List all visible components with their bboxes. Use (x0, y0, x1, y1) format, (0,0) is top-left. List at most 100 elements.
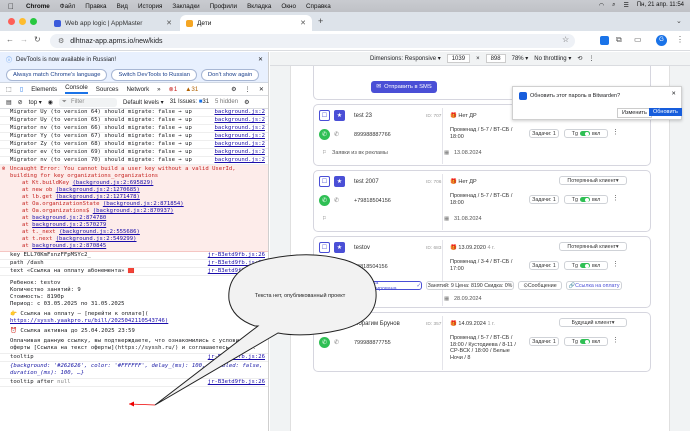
more-icon[interactable]: ⋮ (612, 337, 619, 345)
new-tab-icon[interactable]: + (318, 16, 323, 26)
source-link[interactable]: jr-B3etd9fb.js:26 (208, 268, 265, 275)
star-icon[interactable]: ★ (334, 110, 345, 121)
stack-link[interactable]: (background.js:2:555686) (59, 229, 140, 235)
tooltip-object[interactable]: {background: '#262626', color: '#FFFFFF'… (0, 362, 268, 379)
toggle-switch[interactable] (579, 197, 590, 202)
reload-icon[interactable]: ↻ (34, 35, 41, 44)
client-card[interactable]: ☐ ★ testov ID: 683 🎁 13.09.2020 4 г. Потерянн… (313, 236, 651, 308)
tab-console[interactable]: Console (65, 84, 88, 94)
telegram-toggle[interactable]: Tg вкл (564, 129, 608, 138)
pay-url[interactable]: https://syssh.yaakpro.ru/bill/2025042110… (10, 318, 265, 325)
clear-console-icon[interactable]: ⊘ (18, 99, 23, 106)
whatsapp-icon[interactable]: ✆ (319, 261, 330, 272)
switch-devtools-button[interactable]: Switch DevTools to Russian (111, 68, 197, 81)
source-link[interactable]: background.js:2 (210, 149, 265, 156)
extensions-puzzle-icon[interactable]: ⧉ (616, 35, 622, 45)
tab-search-icon[interactable]: ⌄ (676, 17, 682, 25)
eye-icon[interactable]: ◉ (48, 99, 53, 106)
issues-label[interactable]: 31 Issues: ■31 (170, 99, 209, 105)
client-card[interactable]: ☐ ★ test 2007 ID: 706 🎁 Нет ДР Потерянный кли… (313, 170, 651, 232)
menu-file[interactable]: Файл (60, 3, 75, 10)
whatsapp-icon[interactable]: ✆ (319, 195, 330, 206)
warning-count-badge[interactable]: ▲31 (185, 86, 198, 93)
client-phone[interactable]: 799988877755 (354, 340, 391, 347)
client-phone[interactable]: +79818504156 (354, 198, 391, 205)
source-link[interactable]: background.js:2 (210, 125, 265, 132)
dont-show-button[interactable]: Don't show again (201, 68, 260, 81)
status-select[interactable]: Потерянный клиент ▾ (559, 242, 627, 251)
site-info-icon[interactable]: ⚙ (58, 37, 64, 45)
address-bar[interactable]: ⚙ dlhtnaz-app.apms.io/new/kids (50, 34, 575, 48)
extension-icon[interactable] (600, 36, 609, 45)
maximize-window-icon[interactable] (30, 18, 37, 25)
select-checkbox[interactable]: ☐ (319, 110, 330, 121)
menu-app[interactable]: Chrome (26, 3, 50, 10)
bookmark-star-icon[interactable]: ☆ (562, 35, 569, 44)
send-sms-button[interactable]: ✉ Отправить в SMS (371, 81, 437, 93)
client-phone[interactable]: 899988887766 (354, 132, 391, 139)
apple-icon[interactable]:  (8, 2, 14, 11)
toggle-switch[interactable] (579, 263, 590, 268)
rotate-icon[interactable]: ⟲ (577, 55, 582, 62)
zoom-select[interactable]: 78% ▾ (512, 55, 529, 62)
source-link[interactable]: background.js:2 (210, 141, 265, 148)
sidebar-toggle-icon[interactable]: ▤ (6, 99, 12, 106)
client-name[interactable]: testov (354, 245, 370, 252)
width-input[interactable]: 1039 (446, 54, 471, 63)
client-name[interactable]: test 23 (354, 113, 372, 120)
device-menu-icon[interactable]: ⋮ (588, 55, 594, 62)
source-link[interactable]: jr-B3etd9fb.js:26 (208, 260, 265, 267)
stack-link[interactable]: (background.js:2:1270685) (56, 187, 140, 193)
height-input[interactable]: 898 (485, 54, 506, 63)
tasks-button[interactable]: Задачи: 1 (529, 129, 559, 138)
tab-elements[interactable]: Elements (31, 86, 57, 93)
settings-gear-icon[interactable]: ⚙ (231, 86, 237, 93)
wifi-icon[interactable]: ◠ (599, 2, 604, 9)
menu-help[interactable]: Справка (306, 3, 331, 10)
tasks-button[interactable]: Задачи: 1 (529, 195, 559, 204)
whatsapp-icon[interactable]: ✆ (319, 337, 330, 348)
console-settings-icon[interactable]: ⚙ (244, 99, 249, 106)
filter-input[interactable]: ⏷ Filter (58, 97, 117, 107)
phone-icon[interactable]: ✆ (334, 132, 339, 139)
menu-window[interactable]: Окно (281, 3, 296, 10)
forward-icon[interactable]: → (20, 35, 28, 44)
dimensions-select[interactable]: Dimensions: Responsive ▾ (370, 55, 441, 62)
tasks-button[interactable]: Задачи: 1 (529, 337, 559, 346)
status-select[interactable]: Потерянный клиент ▾ (559, 176, 627, 185)
stack-link[interactable]: (background.js:2:870937) (93, 208, 174, 214)
update-button[interactable]: Обновить (649, 108, 682, 116)
star-icon[interactable]: ★ (334, 176, 345, 187)
more-icon[interactable]: ⋮ (612, 195, 619, 203)
client-phone[interactable]: 79818504156 (354, 264, 388, 271)
menu-view[interactable]: Вид (117, 3, 128, 10)
phone-icon[interactable]: ✆ (334, 264, 339, 271)
source-link[interactable]: background.js:2 (210, 117, 265, 124)
chrome-menu-icon[interactable]: ⋮ (676, 35, 684, 44)
source-link[interactable]: background.js:2 (210, 157, 265, 164)
select-checkbox[interactable]: ☐ (319, 242, 330, 253)
client-card[interactable]: ☐ ★ Ибрагим Брунов ID: 357 🎁 14.09.2024 1 г.… (313, 312, 651, 372)
source-link[interactable]: background.js:2 (210, 109, 265, 116)
client-name[interactable]: Ибрагим Брунов (354, 321, 400, 328)
stack-link[interactable]: background.js:2:570279 (32, 222, 106, 228)
back-icon[interactable]: ← (6, 35, 14, 44)
telegram-toggle[interactable]: Tg вкл (564, 337, 608, 346)
device-toolbar-icon[interactable]: ▯ (20, 86, 23, 93)
tab-kids[interactable]: Дети ✕ (180, 15, 312, 31)
pay-link-button[interactable]: 🔗 Ссылка на оплату (566, 281, 622, 290)
telegram-toggle[interactable]: Tg вкл (564, 195, 608, 204)
tab-sources[interactable]: Sources (96, 86, 119, 93)
stack-link[interactable]: (background.js:2:1271478) (56, 194, 140, 200)
change-button[interactable]: Изменить (617, 108, 652, 118)
stack-link[interactable]: background.js:2:874780 (32, 215, 106, 221)
error-count-badge[interactable]: ⊗1 (169, 86, 178, 93)
tasks-button[interactable]: Задачи: 1 (529, 261, 559, 270)
throttle-select[interactable]: No throttling ▾ (534, 55, 571, 62)
close-window-icon[interactable] (8, 18, 15, 25)
tab-network[interactable]: Network (126, 86, 149, 93)
phone-icon[interactable]: ✆ (334, 340, 339, 347)
more-icon[interactable]: ⋮ (612, 129, 619, 137)
log-levels-select[interactable]: Default levels ▾ (123, 99, 164, 106)
menu-history[interactable]: История (138, 3, 162, 10)
